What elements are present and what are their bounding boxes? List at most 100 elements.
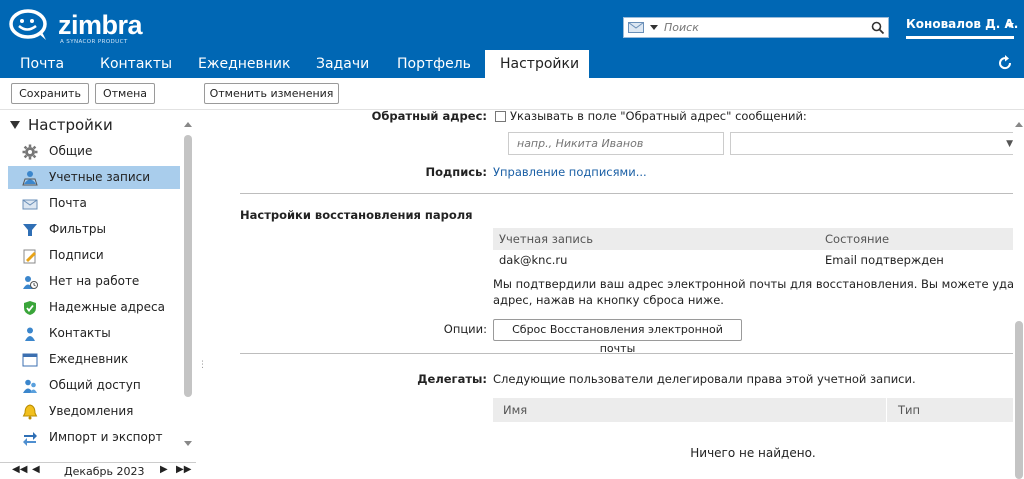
sidebar-item-trusted-addresses[interactable]: Надежные адреса	[8, 296, 180, 319]
user-menu-chevron-down-icon[interactable]	[1006, 23, 1014, 28]
sidebar-item-label: Учетные записи	[49, 170, 151, 184]
settings-tree-title: Настройки	[28, 116, 113, 134]
sidebar-item-label: Общие	[49, 144, 93, 158]
col-type[interactable]: Тип	[898, 403, 920, 417]
collapse-triangle-icon[interactable]	[10, 121, 20, 129]
sidebar-item-label: Контакты	[49, 326, 111, 340]
sidebar-item-calendar[interactable]: Ежедневник	[8, 348, 180, 371]
sidebar-item-filters[interactable]: Фильтры	[8, 218, 180, 241]
delegates-label: Делегаты:	[417, 372, 487, 386]
save-button[interactable]: Сохранить	[11, 83, 89, 104]
recovery-note-line: адрес, нажав на кнопку сброса ниже.	[493, 293, 724, 307]
col-status: Состояние	[825, 232, 890, 246]
reply-to-address-select[interactable]: ▼	[730, 132, 1013, 155]
settings-tree-header[interactable]: Настройки	[10, 116, 113, 134]
revert-changes-button[interactable]: Отменить изменения	[204, 83, 339, 104]
section-divider	[240, 193, 1013, 194]
tab-calendar[interactable]: Ежедневник	[198, 50, 290, 78]
search-type-dropdown[interactable]	[650, 25, 658, 30]
prev-year-icon[interactable]: ◀◀	[12, 464, 27, 475]
bell-icon	[22, 404, 38, 420]
sidebar-scroll-thumb[interactable]	[184, 135, 192, 397]
reset-recovery-email-button[interactable]: Сброс Восстановления электронной почты	[493, 319, 742, 355]
chevron-down-icon[interactable]: ▼	[1006, 139, 1013, 149]
main-scroll-thumb[interactable]	[1015, 321, 1023, 479]
search-icon[interactable]	[871, 21, 885, 35]
delegates-description: Следующие пользователи делегировали прав…	[493, 372, 916, 386]
search-input[interactable]	[664, 19, 864, 36]
accounts-icon	[22, 171, 38, 186]
sidebar-item-label: Импорт и экспорт	[49, 430, 163, 444]
sidebar-item-label: Ежедневник	[49, 352, 129, 366]
sidebar-item-signatures[interactable]: Подписи	[8, 244, 180, 267]
reply-to-label: Обратный адрес:	[371, 110, 487, 123]
col-name[interactable]: Имя	[503, 403, 527, 417]
sidebar-item-notifications[interactable]: Уведомления	[8, 400, 180, 423]
sidebar-item-general[interactable]: Общие	[8, 140, 180, 163]
sidebar-item-out-of-office[interactable]: Нет на работе	[8, 270, 180, 293]
tab-briefcase[interactable]: Портфель	[397, 50, 471, 78]
sidebar-item-label: Общий доступ	[49, 378, 141, 392]
sidebar-item-label: Фильтры	[49, 222, 106, 236]
mini-calendar-month[interactable]: Декабрь 2023	[64, 465, 145, 478]
sidebar-item-accounts[interactable]: Учетные записи	[8, 166, 180, 189]
delegates-table-header: Имя Тип	[493, 398, 1013, 422]
user-name[interactable]: Коновалов Д. А.	[906, 17, 1018, 31]
col-account: Учетная запись	[499, 232, 593, 246]
tab-tasks[interactable]: Задачи	[316, 50, 369, 78]
next-year-icon[interactable]: ▶▶	[176, 464, 191, 475]
mail-icon[interactable]	[628, 22, 644, 33]
brand-tagline: A SYNACOR PRODUCT	[60, 39, 128, 45]
prev-month-icon[interactable]: ◀	[32, 464, 40, 475]
scroll-up-icon[interactable]	[1014, 120, 1024, 128]
delegates-empty-message: Ничего не найдено.	[690, 446, 816, 460]
sidebar-item-label: Нет на работе	[49, 274, 140, 288]
signature-icon	[23, 249, 36, 264]
user-underline	[906, 36, 1014, 39]
settings-toolbar: Сохранить Отмена Отменить изменения	[0, 78, 1024, 110]
options-label: Опции:	[443, 322, 487, 336]
sidebar-item-sharing[interactable]: Общий доступ	[8, 374, 180, 397]
tab-settings[interactable]: Настройки	[485, 50, 589, 78]
scroll-down-icon[interactable]	[183, 440, 193, 448]
search-box[interactable]	[623, 17, 889, 38]
password-recovery-heading: Настройки восстановления пароля	[240, 208, 473, 222]
recovery-note-line: Мы подтвердили ваш адрес электронной поч…	[493, 277, 1013, 291]
reply-to-name-input[interactable]	[508, 132, 724, 155]
sidebar-item-import-export[interactable]: Импорт и экспорт	[8, 426, 180, 449]
table-row[interactable]: dak@knc.ru Email подтвержден	[493, 250, 1013, 272]
contact-icon	[25, 327, 35, 341]
reply-to-checkbox[interactable]	[495, 111, 506, 122]
gear-icon	[22, 144, 38, 160]
brand-name: zimbra	[58, 10, 143, 40]
sidebar-item-label: Подписи	[49, 248, 104, 262]
manage-signatures-link[interactable]: Управление подписями...	[493, 165, 647, 179]
recovery-table-header: Учетная запись Состояние	[493, 228, 1013, 250]
zimbra-logo-icon	[9, 9, 47, 40]
recovery-account: dak@knc.ru	[499, 253, 568, 267]
sidebar-item-label: Уведомления	[49, 404, 134, 418]
calendar-icon	[22, 353, 38, 367]
mini-calendar-bar: ◀◀ ◀ Декабрь 2023 ▶ ▶▶	[0, 462, 196, 479]
sidebar-item-mail[interactable]: Почта	[8, 192, 180, 215]
scroll-up-icon[interactable]	[183, 120, 193, 128]
tab-contacts[interactable]: Контакты	[100, 50, 172, 78]
signature-label: Подпись:	[425, 165, 487, 179]
sidebar-item-label: Почта	[49, 196, 87, 210]
sidebar-item-label: Надежные адреса	[49, 300, 165, 314]
cancel-button[interactable]: Отмена	[95, 83, 155, 104]
accounts-settings-panel: Обратный адрес: Указывать в поле "Обратн…	[205, 110, 1013, 479]
column-separator	[886, 398, 887, 422]
out-of-office-icon	[23, 276, 38, 289]
next-month-icon[interactable]: ▶	[160, 464, 168, 475]
sharing-icon	[23, 379, 37, 393]
recovery-note: Мы подтвердили ваш адрес электронной поч…	[493, 276, 1013, 308]
zimbra-logo[interactable]: zimbra A SYNACOR PRODUCT	[8, 8, 143, 45]
tab-mail[interactable]: Почта	[20, 50, 64, 78]
recovery-status: Email подтвержден	[825, 253, 944, 267]
settings-sidebar: Настройки Общие Учетные записи Почта Фил…	[0, 110, 196, 479]
shield-icon	[24, 301, 36, 315]
sidebar-item-contacts[interactable]: Контакты	[8, 322, 180, 345]
refresh-icon[interactable]	[996, 54, 1014, 72]
mail-icon	[22, 199, 38, 210]
